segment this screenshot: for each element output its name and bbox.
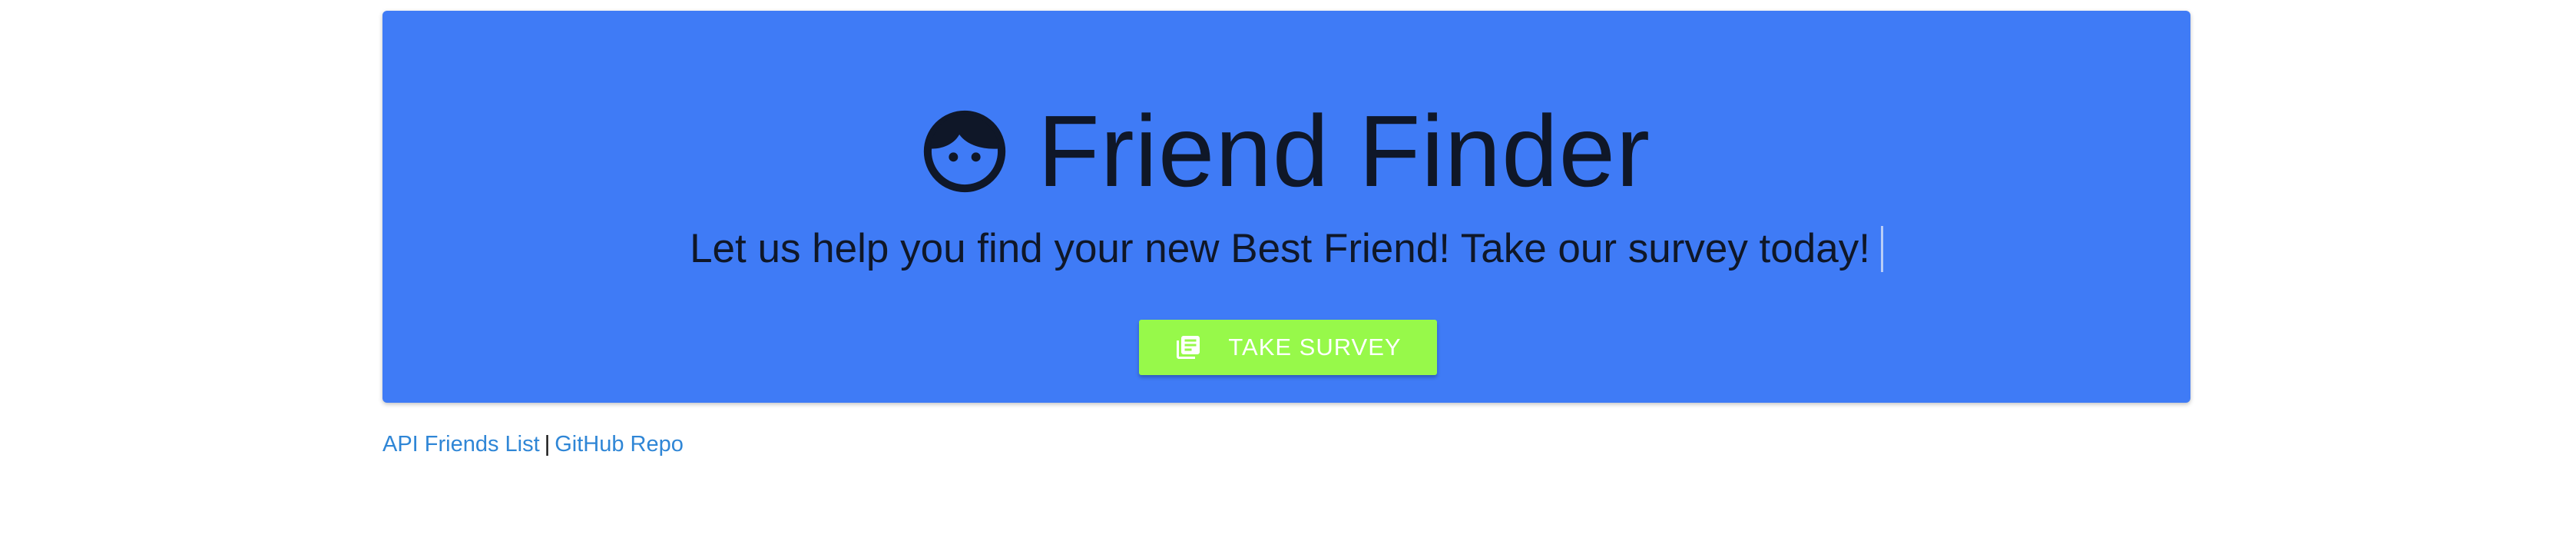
take-survey-button[interactable]: TAKE SURVEY [1139, 320, 1437, 375]
subtitle-row: Let us help you find your new Best Frien… [382, 222, 2190, 276]
link-separator: | [544, 432, 551, 457]
title-row: Friend Finder [382, 94, 2190, 209]
api-friends-list-link[interactable]: API Friends List [382, 432, 540, 457]
github-repo-link[interactable]: GitHub Repo [555, 432, 684, 457]
page-title: Friend Finder [1038, 95, 1651, 208]
take-survey-label: TAKE SURVEY [1228, 334, 1402, 360]
subtitle: Let us help you find your new Best Frien… [690, 226, 1870, 271]
text-caret [1880, 226, 1883, 272]
page: Friend Finder Let us help you find your … [0, 0, 2576, 538]
library-books-icon [1174, 334, 1202, 361]
hero-banner: Friend Finder Let us help you find your … [382, 11, 2190, 403]
face-icon [922, 109, 1007, 194]
footer-links: API Friends List | GitHub Repo [382, 429, 684, 460]
